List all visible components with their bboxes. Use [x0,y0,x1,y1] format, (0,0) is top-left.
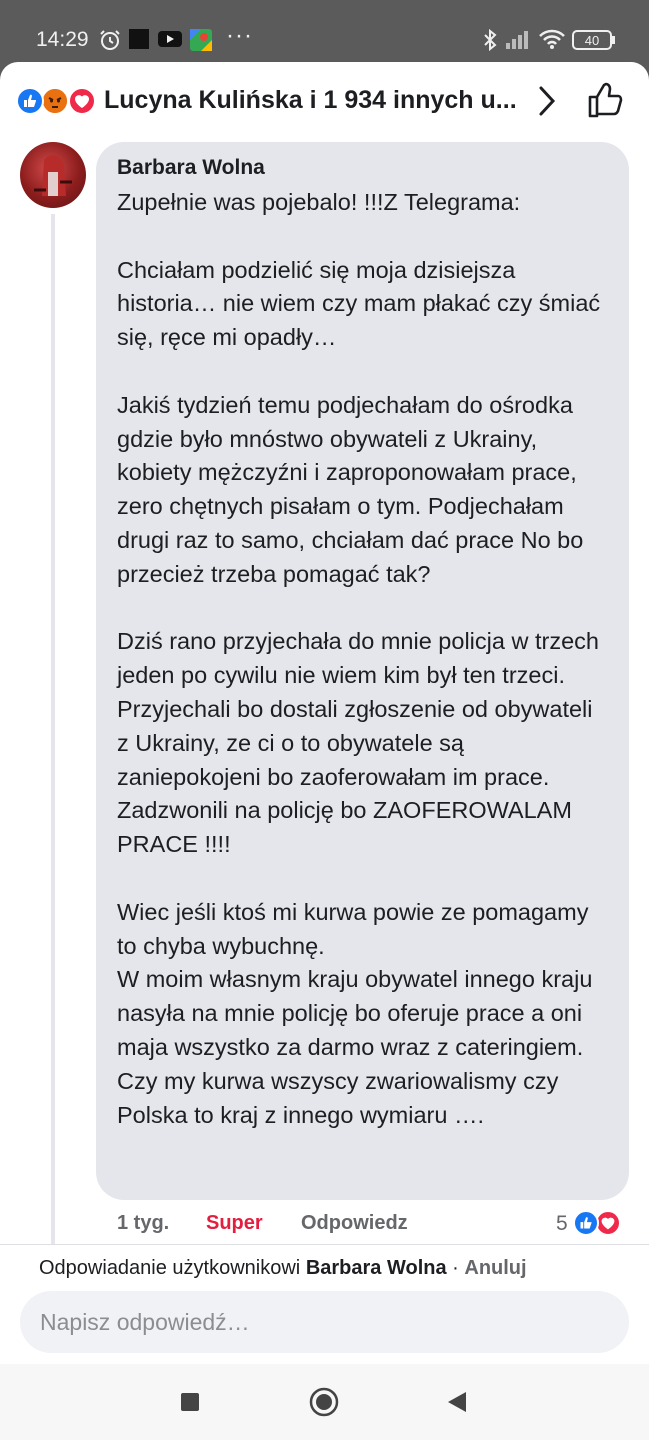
replying-user: Barbara Wolna [305,1257,447,1279]
super-reaction-button[interactable]: Super [206,1212,263,1235]
reply-input[interactable] [20,1291,629,1353]
replying-separator: · [446,1257,465,1279]
recents-square-icon[interactable] [180,1392,200,1417]
angry-reaction-icon [41,87,69,115]
back-triangle-icon[interactable] [446,1390,468,1419]
battery-icon: 40 [572,29,616,56]
android-nav-bar [0,1364,649,1440]
comment-timestamp[interactable]: 1 tyg. [117,1212,169,1235]
youtube-icon [157,28,183,55]
like-reaction-icon [16,87,44,115]
home-circle-icon[interactable] [309,1387,339,1422]
comment-bubble[interactable]: Barbara Wolna Zupełnie was pojebalo! !!!… [96,142,629,1200]
replying-prefix: Odpowiadanie użytkownikowi [39,1257,301,1279]
reaction-icons[interactable] [16,87,102,115]
reactions-header[interactable]: Lucyna Kulińska i 1 934 innych u... [0,62,649,142]
status-more-dots: ··· [226,22,253,49]
cancel-reply-button[interactable]: Anuluj [464,1257,526,1279]
reactions-summary-title[interactable]: Lucyna Kulińska i 1 934 innych u... [104,86,517,115]
like-thumb-icon[interactable] [586,80,624,125]
alarm-icon [98,28,122,57]
comment-actions: 1 tyg. Super Odpowiedz 5 [117,1210,637,1242]
status-bar: 14:29 ··· 40 [0,0,649,70]
comment-text: Zupełnie was pojebalo! !!!Z Telegrama: C… [117,189,601,1128]
comment-author[interactable]: Barbara Wolna [117,156,609,186]
comments-sheet: Lucyna Kulińska i 1 934 innych u... Barb… [0,62,649,1440]
maps-icon [189,28,213,57]
bluetooth-icon [482,28,498,57]
reaction-count[interactable]: 5 [556,1212,568,1236]
battery-level: 40 [585,33,599,48]
signal-icon [505,28,531,55]
reply-button[interactable]: Odpowiedz [301,1212,408,1235]
chevron-right-icon[interactable] [536,84,558,123]
reply-bar: Odpowiadanie użytkownikowi Barbara Wolna… [0,1244,649,1364]
notification-square-icon [128,28,150,55]
thread-line [51,214,55,1244]
replying-to-label: Odpowiadanie użytkownikowi Barbara Wolna… [39,1257,527,1280]
wifi-icon [538,28,566,55]
like-reaction-icon[interactable] [573,1210,599,1236]
avatar[interactable] [20,142,86,208]
status-time: 14:29 [36,28,89,51]
love-reaction-icon [68,87,96,115]
